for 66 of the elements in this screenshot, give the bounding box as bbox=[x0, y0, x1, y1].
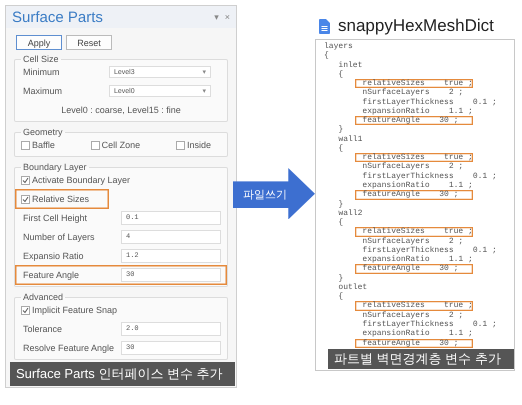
code-line: nSurfaceLayers 2 ; bbox=[361, 236, 464, 246]
code-line: relativeSizes true ; bbox=[355, 301, 473, 311]
code-line: featureAngle 30 ; bbox=[355, 264, 473, 274]
field-label: Maximum bbox=[22, 86, 64, 96]
action-button[interactable]: Apply bbox=[16, 35, 62, 50]
hint-text: Level0 : coarse, Level15 : fine bbox=[60, 105, 182, 115]
code-line: featureAngle 30 ; bbox=[355, 190, 473, 200]
checkbox-label: Implicit Feature Snap bbox=[32, 305, 118, 315]
code-line: firstLayerThickness 0.1 ; bbox=[361, 246, 498, 255]
checkbox[interactable] bbox=[21, 140, 30, 150]
code-line: inlet bbox=[337, 60, 364, 70]
code-line: nSurfaceLayers 2 ; bbox=[361, 310, 464, 320]
code-line: firstLayerThickness 0.1 ; bbox=[361, 98, 498, 107]
document-icon bbox=[319, 18, 330, 34]
code-line: { bbox=[324, 51, 330, 61]
checkbox-label: Inside bbox=[186, 140, 211, 150]
code-line: outlet bbox=[337, 282, 368, 292]
field-label: Tolerance bbox=[22, 324, 64, 334]
code-line: { bbox=[337, 70, 344, 80]
field-label: Feature Angle bbox=[22, 270, 80, 280]
code-line: expansionRatio 1.1 ; bbox=[361, 180, 474, 190]
arrow-label: 파일쓰기 bbox=[243, 188, 287, 202]
caption: Surface Parts 인터페이스 변수 추가 bbox=[10, 362, 235, 386]
code-line: { bbox=[337, 292, 344, 302]
code-line: wall2 bbox=[337, 208, 364, 218]
code-line: expansionRatio 1.1 ; bbox=[361, 329, 474, 338]
group-title: Advanced bbox=[22, 292, 64, 302]
checkbox-label: Relative Sizes bbox=[32, 194, 90, 204]
code-line: expansionRatio 1.1 ; bbox=[361, 106, 474, 116]
code-line: } bbox=[337, 125, 344, 135]
code-line: relativeSizes true ; bbox=[355, 227, 473, 237]
checkbox[interactable] bbox=[21, 194, 30, 204]
checkbox[interactable] bbox=[21, 176, 30, 184]
code-line: } bbox=[337, 200, 344, 209]
code-line: expansionRatio 1.1 ; bbox=[361, 255, 474, 264]
code-line: wall1 bbox=[337, 134, 364, 144]
field-label: Expansio Ratio bbox=[22, 251, 85, 261]
code-line: relativeSizes true ; bbox=[355, 153, 473, 162]
checkbox-label: Baffle bbox=[32, 140, 55, 150]
file-title: snappyHexMeshDict bbox=[338, 16, 494, 36]
checkbox[interactable] bbox=[21, 306, 30, 314]
checkbox[interactable] bbox=[176, 140, 185, 150]
code-line: { bbox=[337, 218, 344, 228]
code-line: firstLayerThickness 0.1 ; bbox=[361, 172, 498, 181]
code-line: nSurfaceLayers 2 ; bbox=[361, 88, 464, 98]
code-line: layers bbox=[324, 42, 354, 51]
code-line: relativeSizes true ; bbox=[355, 79, 473, 88]
code-line: firstLayerThickness 0.1 ; bbox=[361, 320, 498, 329]
group-title: Cell Size bbox=[22, 54, 60, 64]
panel-title: Surface Parts bbox=[12, 8, 104, 26]
checkbox-label: Activate Boundary Layer bbox=[32, 175, 130, 185]
code-line: featureAngle 30 ; bbox=[355, 338, 473, 348]
action-button[interactable]: Reset bbox=[66, 35, 112, 50]
field-label: Number of Layers bbox=[22, 232, 96, 242]
checkbox[interactable] bbox=[90, 140, 100, 150]
code-line: { bbox=[337, 144, 344, 154]
field-label: First Cell Height bbox=[22, 213, 88, 223]
code-line: nSurfaceLayers 2 ; bbox=[361, 162, 464, 172]
checkbox-label: Cell Zone bbox=[102, 140, 140, 150]
group-title: Geometry bbox=[22, 127, 64, 137]
code-line: } bbox=[337, 274, 344, 283]
field-label: Minimum bbox=[22, 67, 61, 77]
code-line: featureAngle 30 ; bbox=[355, 116, 473, 126]
caption: 파트별 벽면경계층 변수 추가 bbox=[328, 349, 514, 369]
group-title: Boundary Layer bbox=[22, 162, 88, 172]
field-label: Resolve Feature Angle bbox=[22, 343, 114, 353]
